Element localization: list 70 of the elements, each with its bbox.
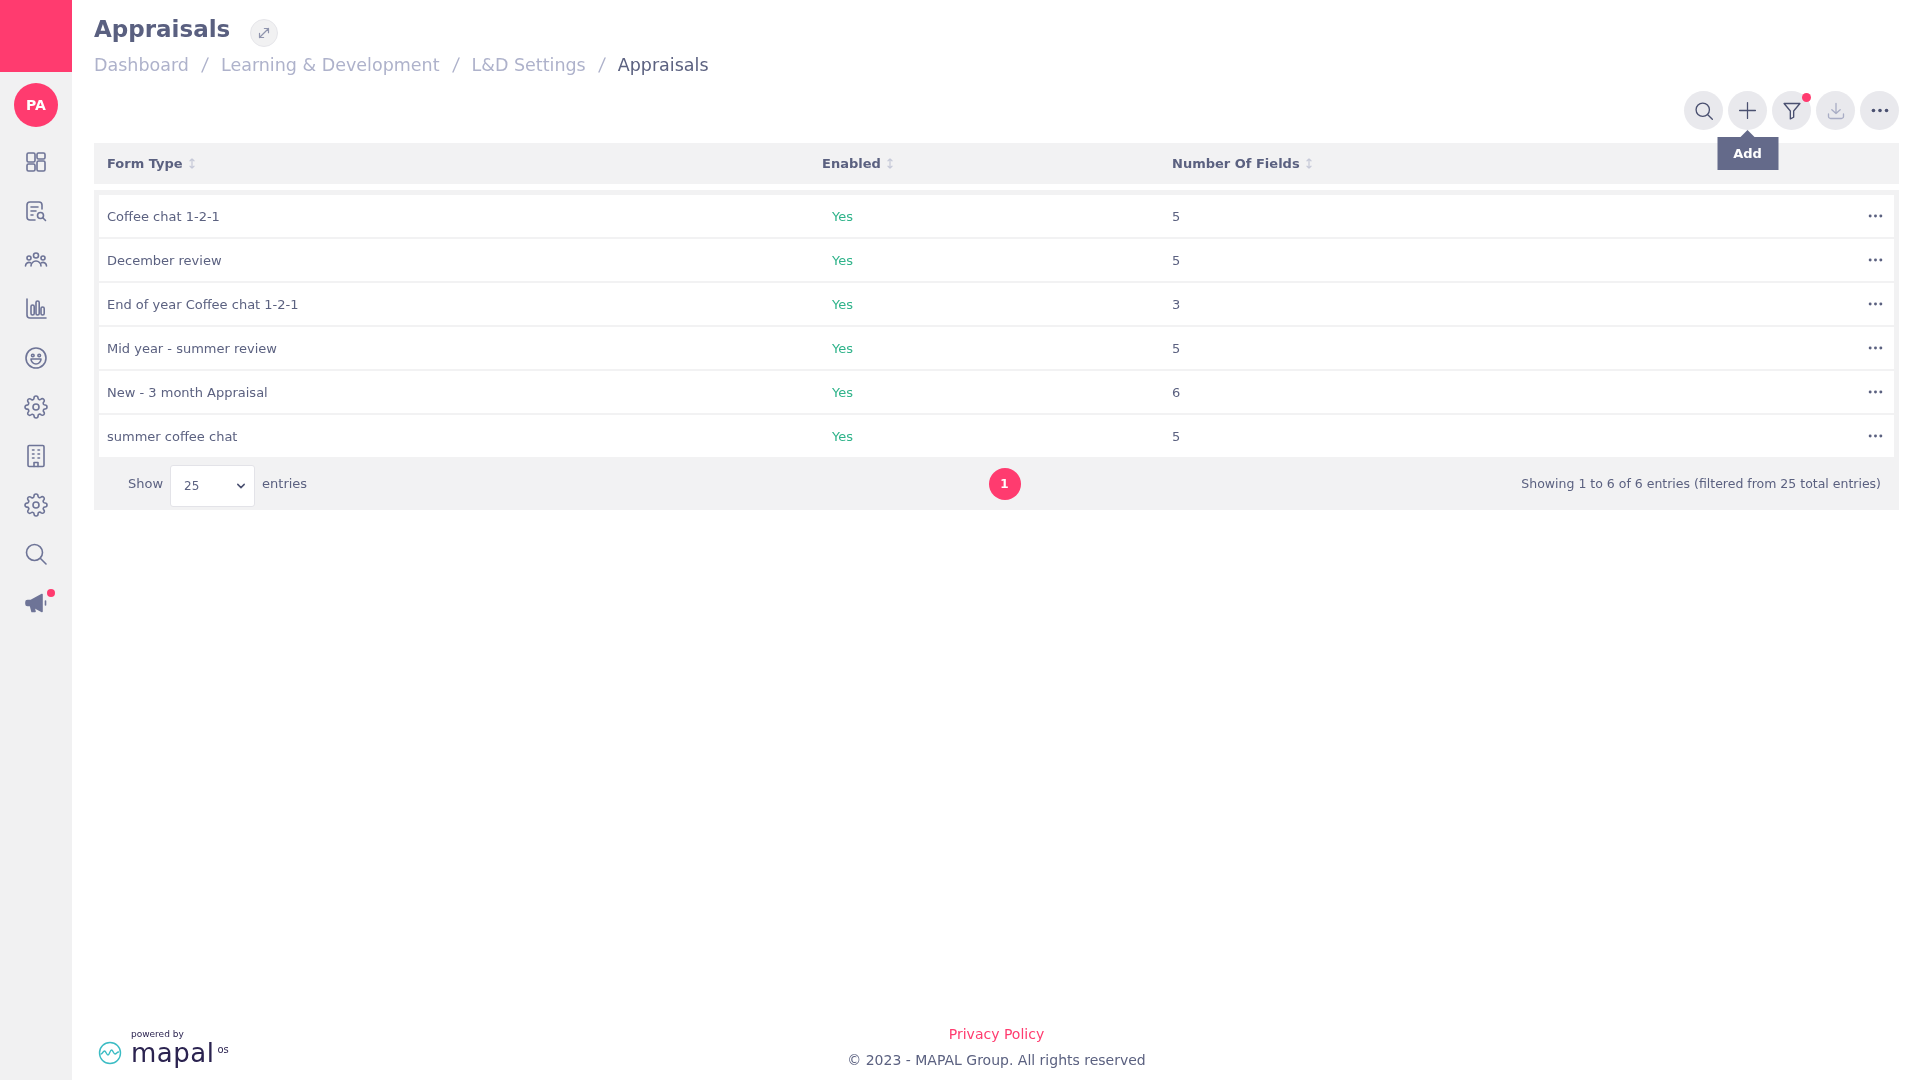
table-cell: Coffee chat 1-2-1 [107,208,220,224]
column-header[interactable]: Number Of Fields [1172,156,1312,171]
chevron-down-icon [236,482,247,489]
slash-separator-icon [597,57,606,73]
expand-icon [258,27,271,39]
show-label: Show [128,476,164,491]
search-icon[interactable] [24,542,48,566]
page-title: Appraisals [94,15,231,44]
slash-separator-icon [200,57,209,73]
table-cell: Yes [832,340,853,356]
table-cell: Yes [832,428,853,444]
table-cell: Mid year - summer review [107,340,277,356]
table-cell: Yes [832,208,853,224]
page-button[interactable]: 1 [988,467,1021,500]
breadcrumb-link[interactable]: Learning & Development [220,53,440,77]
table-cell: 6 [1172,384,1181,400]
table-cell: 5 [1172,340,1181,356]
more-icon[interactable] [1868,390,1883,394]
more-icon[interactable] [1868,434,1883,438]
tooltip: Add [1717,130,1778,170]
breadcrumb-link[interactable]: Dashboard [94,53,189,77]
more-icon[interactable] [1868,214,1883,218]
more-icon[interactable] [1868,302,1883,306]
column-header[interactable]: Enabled [822,156,893,171]
settings-icon[interactable] [24,395,48,419]
table-cell: December review [107,252,222,268]
bar-chart-icon[interactable] [24,297,48,321]
document-search-icon[interactable] [24,199,48,223]
filter-button[interactable] [1772,91,1811,130]
search-button[interactable] [1684,91,1723,130]
more-icon[interactable] [1868,346,1883,350]
table-cell: 5 [1172,208,1181,224]
logo-suffix: os [217,1044,229,1056]
download-icon [1825,100,1846,121]
more-button[interactable] [1860,91,1899,130]
brand-tile [0,0,72,72]
breadcrumb-link[interactable]: L&D Settings [471,53,586,77]
megaphone-icon[interactable] [24,591,48,615]
building-icon[interactable] [24,444,48,468]
table-cell: End of year Coffee chat 1-2-1 [107,296,299,312]
user-avatar[interactable]: PA [14,83,58,127]
smiley-icon[interactable] [24,346,48,370]
add-button[interactable] [1728,91,1767,130]
table-cell: 5 [1172,428,1181,444]
wave-logo-icon [98,1041,122,1065]
entries-info: Showing 1 to 6 of 6 entries (filtered from 25 total entries) [1521,476,1881,491]
slash-separator-icon [451,57,460,73]
funnel-icon [1781,100,1802,121]
breadcrumb-current: Appraisals [617,54,709,77]
search-icon [1693,100,1714,121]
table-cell: 3 [1172,296,1181,312]
table-cell: 5 [1172,252,1181,268]
more-icon[interactable] [1868,258,1883,262]
entries-label: entries [262,476,308,491]
plus-icon [1738,101,1757,120]
copyright-text: © 2023 - MAPAL Group. All rights reserved [847,1051,1146,1070]
logo-wordmark: mapal [131,1040,215,1066]
more-icon [1870,108,1889,113]
table-cell: summer coffee chat [107,428,238,444]
privacy-policy-link[interactable]: Privacy Policy [948,1024,1045,1044]
page-size-select[interactable]: 25 [170,464,256,507]
table-cell: Yes [832,384,853,400]
expand-button[interactable] [250,19,279,47]
tiles-icon[interactable] [24,150,48,174]
table-cell: Yes [832,296,853,312]
powered-by-label: powered by [131,1029,185,1040]
column-header[interactable]: Form Type [107,156,195,171]
table-cell: New - 3 month Appraisal [107,384,268,400]
settings-icon[interactable] [24,493,48,517]
table-cell: Yes [832,252,853,268]
